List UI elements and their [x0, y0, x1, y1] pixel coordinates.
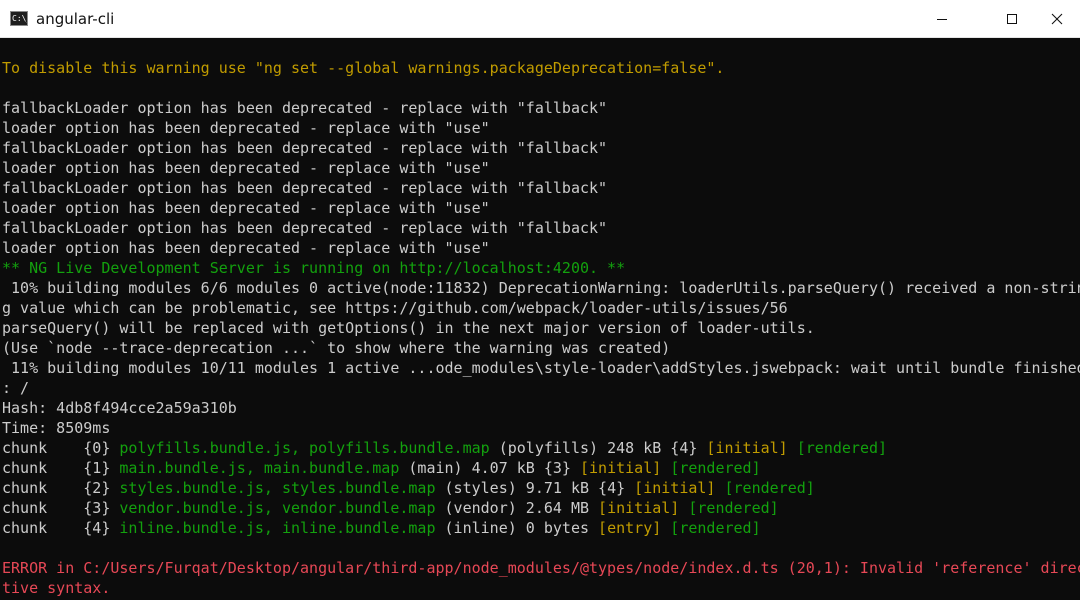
console-text-segment: [rendered]	[670, 519, 761, 537]
close-button[interactable]	[1034, 0, 1080, 37]
console-line: fallbackLoader option has been deprecate…	[2, 138, 1080, 158]
console-text-segment: tive syntax.	[2, 579, 111, 597]
console-line: chunk {1} main.bundle.js, main.bundle.ma…	[2, 458, 1080, 478]
console-text-segment: Hash: 4db8f494cce2a59a310b	[2, 399, 237, 417]
console-text-segment: chunk {4}	[2, 519, 120, 537]
console-line: To disable this warning use "ng set --gl…	[2, 58, 1080, 78]
console-line: parseQuery() will be replaced with getOp…	[2, 318, 1080, 338]
terminal-window: C:\_ angular-cli To disable this warning…	[0, 0, 1080, 600]
maximize-button[interactable]	[989, 0, 1035, 37]
console-line: fallbackLoader option has been deprecate…	[2, 218, 1080, 238]
console-text-segment: [initial]	[580, 459, 662, 477]
console-text-segment: parseQuery() will be replaced with getOp…	[2, 319, 815, 337]
console-text-segment: inline.bundle.js, inline.bundle.map	[119, 519, 436, 537]
console-text-segment: [initial]	[598, 499, 680, 517]
console-text-segment: chunk {3}	[2, 499, 120, 517]
console-text-segment: styles.bundle.js, styles.bundle.map	[119, 479, 436, 497]
console-line: chunk {2} styles.bundle.js, styles.bundl…	[2, 478, 1080, 498]
console-text-segment: (inline) 0 bytes	[435, 519, 599, 537]
console-text-segment	[679, 499, 688, 517]
console-line: tive syntax.	[2, 578, 1080, 598]
console-text-segment: fallbackLoader option has been deprecate…	[2, 219, 608, 237]
console-text-segment: (vendor) 2.64 MB	[435, 499, 599, 517]
console-text-segment: To disable this warning use "ng set --gl…	[2, 59, 725, 77]
console-text-segment: [rendered]	[670, 459, 761, 477]
console-output[interactable]: To disable this warning use "ng set --gl…	[0, 38, 1080, 600]
console-text-segment: g value which can be problematic, see ht…	[2, 299, 788, 317]
console-line: g value which can be problematic, see ht…	[2, 298, 1080, 318]
console-text-segment: chunk {1}	[2, 459, 120, 477]
console-text-segment: [rendered]	[724, 479, 815, 497]
console-line: loader option has been deprecated - repl…	[2, 198, 1080, 218]
console-line: chunk {3} vendor.bundle.js, vendor.bundl…	[2, 498, 1080, 518]
console-text-segment: ** NG Live Development Server is running…	[2, 259, 626, 277]
console-text-segment	[661, 459, 670, 477]
console-line: loader option has been deprecated - repl…	[2, 118, 1080, 138]
console-text-segment: loader option has been deprecated - repl…	[2, 199, 490, 217]
console-text-segment: loader option has been deprecated - repl…	[2, 119, 490, 137]
console-text-segment: (styles) 9.71 kB {4}	[435, 479, 635, 497]
console-app-icon[interactable]: C:\_	[10, 11, 28, 26]
console-text-segment: chunk {0}	[2, 439, 120, 457]
console-line: 11% building modules 10/11 modules 1 act…	[2, 358, 1080, 378]
console-text-segment: ERROR in C:/Users/Furqat/Desktop/angular…	[2, 559, 1080, 577]
console-text-segment: polyfills.bundle.js, polyfills.bundle.ma…	[119, 439, 490, 457]
console-text-segment: fallbackLoader option has been deprecate…	[2, 139, 608, 157]
console-text-segment: [initial]	[706, 439, 788, 457]
close-icon	[1051, 13, 1063, 24]
console-text-segment: chunk {2}	[2, 479, 120, 497]
console-line: Hash: 4db8f494cce2a59a310b	[2, 398, 1080, 418]
console-line: fallbackLoader option has been deprecate…	[2, 98, 1080, 118]
console-text-segment	[661, 519, 670, 537]
console-line: chunk {0} polyfills.bundle.js, polyfills…	[2, 438, 1080, 458]
console-text-segment: vendor.bundle.js, vendor.bundle.map	[119, 499, 436, 517]
console-line: 10% building modules 6/6 modules 0 activ…	[2, 278, 1080, 298]
console-line: : /	[2, 378, 1080, 398]
console-text-segment: 11% building modules 10/11 modules 1 act…	[2, 359, 1080, 377]
window-title: angular-cli	[36, 10, 115, 28]
console-text-segment: fallbackLoader option has been deprecate…	[2, 179, 608, 197]
console-text-segment: [entry]	[598, 519, 662, 537]
console-line: loader option has been deprecated - repl…	[2, 158, 1080, 178]
console-line: chunk {4} inline.bundle.js, inline.bundl…	[2, 518, 1080, 538]
console-text-segment: [initial]	[634, 479, 716, 497]
console-text-segment: : /	[2, 379, 30, 397]
console-text-segment: [rendered]	[796, 439, 888, 457]
console-line: ERROR in C:/Users/Furqat/Desktop/angular…	[2, 558, 1080, 578]
console-text-segment	[788, 439, 797, 457]
console-text-segment: Time: 8509ms	[2, 419, 111, 437]
console-text-segment: (Use `node --trace-deprecation ...` to s…	[2, 339, 671, 357]
console-line: loader option has been deprecated - repl…	[2, 238, 1080, 258]
title-bar[interactable]: C:\_ angular-cli	[0, 0, 1080, 38]
console-text-segment: loader option has been deprecated - repl…	[2, 239, 490, 257]
console-line: fallbackLoader option has been deprecate…	[2, 178, 1080, 198]
console-line: (Use `node --trace-deprecation ...` to s…	[2, 338, 1080, 358]
console-text-segment: (main) 4.07 kB {3}	[399, 459, 580, 477]
minimize-button[interactable]	[919, 0, 965, 37]
console-text-segment: (polyfills) 248 kB {4}	[489, 439, 707, 457]
console-text-segment: main.bundle.js, main.bundle.map	[119, 459, 400, 477]
console-line: ** NG Live Development Server is running…	[2, 258, 1080, 278]
console-text-segment: fallbackLoader option has been deprecate…	[2, 99, 608, 117]
console-text-segment: 10% building modules 6/6 modules 0 activ…	[2, 279, 1080, 297]
console-text-segment: [rendered]	[688, 499, 779, 517]
minimize-icon	[937, 18, 947, 20]
console-line: Time: 8509ms	[2, 418, 1080, 438]
maximize-icon	[1007, 13, 1017, 24]
console-text-segment: loader option has been deprecated - repl…	[2, 159, 490, 177]
